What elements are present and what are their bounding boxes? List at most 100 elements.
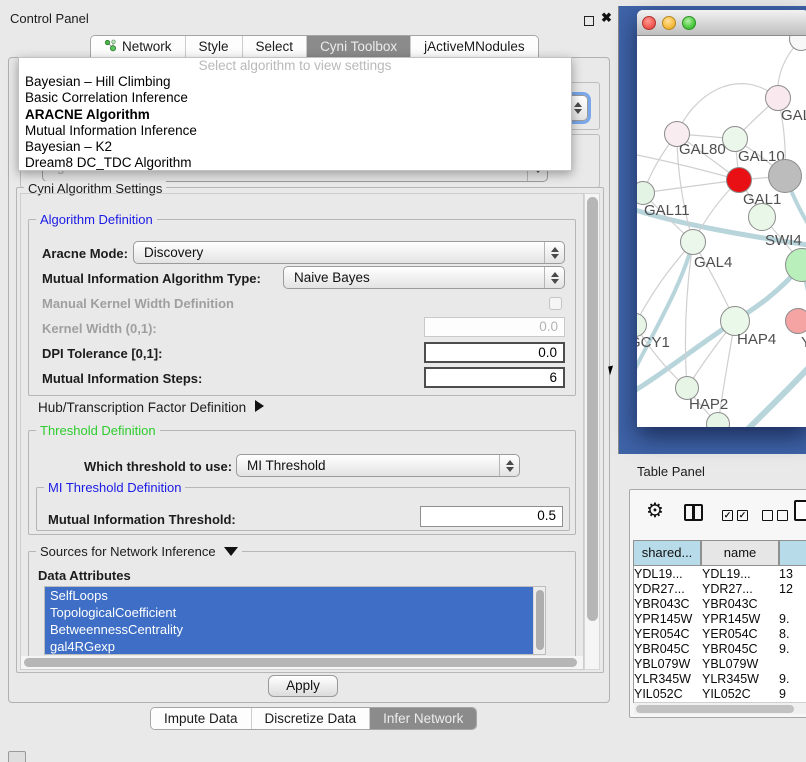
network-node-label: GAL4 <box>694 254 732 271</box>
mi-steps-input[interactable]: 6 <box>424 367 565 388</box>
screen: Control Panel ✖ Network Style Select Cyn… <box>0 0 806 762</box>
table-cell: 9 <box>779 687 806 701</box>
table-horizontal-scrollbar-thumb[interactable] <box>636 705 794 713</box>
network-view-window: GALGAL80GAL10GAL1GAL11SWI4GAL4GCY1HAP4YH… <box>637 10 806 427</box>
network-node-label: GAL11 <box>644 202 690 219</box>
tab-select[interactable]: Select <box>243 36 308 57</box>
attribute-list-item[interactable]: BetweennessCentrality <box>45 621 533 638</box>
settings-horizontal-scrollbar-thumb[interactable] <box>24 658 577 667</box>
unchecked-checkbox-icon[interactable] <box>762 510 773 521</box>
expand-arrow-icon <box>255 400 264 412</box>
float-window-icon[interactable] <box>584 16 594 26</box>
split-columns-icon[interactable] <box>684 504 703 521</box>
data-attributes-list: SelfLoopsTopologicalCoefficientBetweenne… <box>44 586 546 655</box>
attribute-list-item[interactable]: SelfLoops <box>45 587 533 604</box>
control-panel-tabbar: Network Style Select Cyni Toolbox jActiv… <box>90 35 539 58</box>
column-header-extra[interactable] <box>779 540 806 566</box>
network-node-label: GAL <box>781 107 806 124</box>
table-cell: YBR043C <box>634 597 698 611</box>
combo-spinner-icon <box>499 455 519 476</box>
apply-button[interactable]: Apply <box>268 675 338 697</box>
kernel-width-input[interactable]: 0.0 <box>424 317 565 337</box>
table-row[interactable]: YDR27...YDR27...12 <box>630 582 806 597</box>
column-header-name[interactable]: name <box>701 540 779 566</box>
gear-icon[interactable]: ⚙ <box>646 498 664 523</box>
table-row[interactable]: YBR043CYBR043C <box>630 597 806 612</box>
mouse-cursor <box>608 366 615 376</box>
close-icon[interactable]: ✖ <box>601 10 612 26</box>
table-row[interactable]: YDL19...YDL19...13 <box>630 567 806 582</box>
file-icon[interactable] <box>794 500 806 521</box>
mi-threshold-definition-title: MI Threshold Definition <box>44 480 185 495</box>
mi-threshold-input[interactable]: 0.5 <box>420 506 563 527</box>
checked-checkbox-icon[interactable]: ✓ <box>722 510 733 521</box>
mi-threshold-label: Mutual Information Threshold: <box>48 512 236 527</box>
algorithm-option[interactable]: Bayesian – Hill Climbing <box>19 74 571 90</box>
mi-algorithm-type-combobox[interactable]: Naive Bayes <box>283 266 565 289</box>
algorithm-option[interactable]: Basic Correlation Inference <box>19 90 571 106</box>
table-row[interactable]: YIL052CYIL052C9 <box>630 687 806 702</box>
algorithm-option[interactable]: Dream8 DC_TDC Algorithm <box>19 155 571 171</box>
table-cell: YBL079W <box>702 657 776 671</box>
settings-vertical-scrollbar-thumb[interactable] <box>587 197 598 621</box>
kernel-width-label: Kernel Width (0,1): <box>42 321 157 336</box>
column-header-shared[interactable]: shared... <box>633 540 701 566</box>
docked-panel-icon[interactable] <box>8 751 26 762</box>
table-cell: YER054C <box>634 627 698 641</box>
network-node-label: SWI4 <box>765 232 802 249</box>
tab-style[interactable]: Style <box>186 36 243 57</box>
sources-toggle[interactable]: Sources for Network Inference <box>36 544 242 559</box>
minimize-traffic-light[interactable] <box>662 16 676 30</box>
checked-checkbox-icon[interactable]: ✓ <box>737 510 748 521</box>
table-cell: YIL052C <box>702 687 776 701</box>
table-horizontal-scrollbar[interactable] <box>634 702 806 714</box>
tab-infer-network[interactable]: Infer Network <box>370 708 476 729</box>
close-traffic-light[interactable] <box>642 16 656 30</box>
tab-jactivemnodules[interactable]: jActiveMNodules <box>411 36 538 57</box>
table-cell: 8. <box>779 627 806 641</box>
attribute-list-item[interactable]: TopologicalCoefficient <box>45 604 533 621</box>
algorithm-options-list: Bayesian – Hill ClimbingBasic Correlatio… <box>19 74 571 172</box>
algorithm-option[interactable]: Bayesian – K2 <box>19 139 571 155</box>
table-row[interactable]: YBR045CYBR045C9. <box>630 642 806 657</box>
aracne-mode-combobox[interactable]: Discovery <box>133 241 565 264</box>
network-node-label: HAP4 <box>737 331 776 348</box>
table-row[interactable]: YLR345WYLR345W9. <box>630 672 806 687</box>
data-attributes-label: Data Attributes <box>38 568 131 583</box>
tab-cyni-toolbox[interactable]: Cyni Toolbox <box>307 36 411 57</box>
table-row[interactable]: YER054CYER054C8. <box>630 627 806 642</box>
unchecked-checkbox-icon[interactable] <box>777 510 788 521</box>
network-node-mid[interactable] <box>748 203 776 231</box>
network-canvas[interactable]: GALGAL80GAL10GAL1GAL11SWI4GAL4GCY1HAP4YH… <box>637 36 806 427</box>
table-cell: YBR045C <box>702 642 776 656</box>
table-row[interactable]: YPR145WYPR145W9. <box>630 612 806 627</box>
dpi-tolerance-input[interactable]: 0.0 <box>424 342 565 363</box>
algorithm-option[interactable]: ARACNE Algorithm <box>19 107 571 123</box>
zoom-traffic-light[interactable] <box>682 16 696 30</box>
list-scrollbar[interactable] <box>533 587 545 654</box>
network-node-gal1[interactable] <box>726 167 752 193</box>
tab-network[interactable]: Network <box>91 36 186 57</box>
table-cell: YLR345W <box>634 672 698 686</box>
algorithm-option[interactable]: Mutual Information Inference <box>19 123 571 139</box>
network-node-gal4[interactable] <box>680 229 706 255</box>
table-row[interactable]: YBL079WYBL079W <box>630 657 806 672</box>
algorithm-dropdown-popup: Select algorithm to view settings Bayesi… <box>18 57 572 171</box>
tab-discretize-data[interactable]: Discretize Data <box>252 708 371 729</box>
hub-transcription-toggle[interactable]: Hub/Transcription Factor Definition <box>38 400 264 415</box>
network-node-salmon[interactable] <box>785 308 806 334</box>
combo-spinner-icon <box>544 267 564 288</box>
network-window-titlebar[interactable] <box>637 10 806 36</box>
tab-impute-data[interactable]: Impute Data <box>151 708 252 729</box>
table-cell: YLR345W <box>702 672 776 686</box>
attribute-list-item[interactable]: gal4RGexp <box>45 638 533 655</box>
table-panel: ⚙ ✓ ✓ shared... name YDL19...YDL19...13Y… <box>629 489 806 718</box>
table-cell: 12 <box>779 582 806 596</box>
table-cell: YBR045C <box>634 642 698 656</box>
combo-spinner-icon <box>544 242 564 263</box>
list-scrollbar-thumb[interactable] <box>536 590 544 650</box>
table-cell: YPR145W <box>634 612 698 626</box>
which-threshold-combobox[interactable]: MI Threshold <box>236 454 520 477</box>
manual-kernel-width-checkbox[interactable] <box>549 297 562 310</box>
network-node-gray[interactable] <box>768 159 802 193</box>
